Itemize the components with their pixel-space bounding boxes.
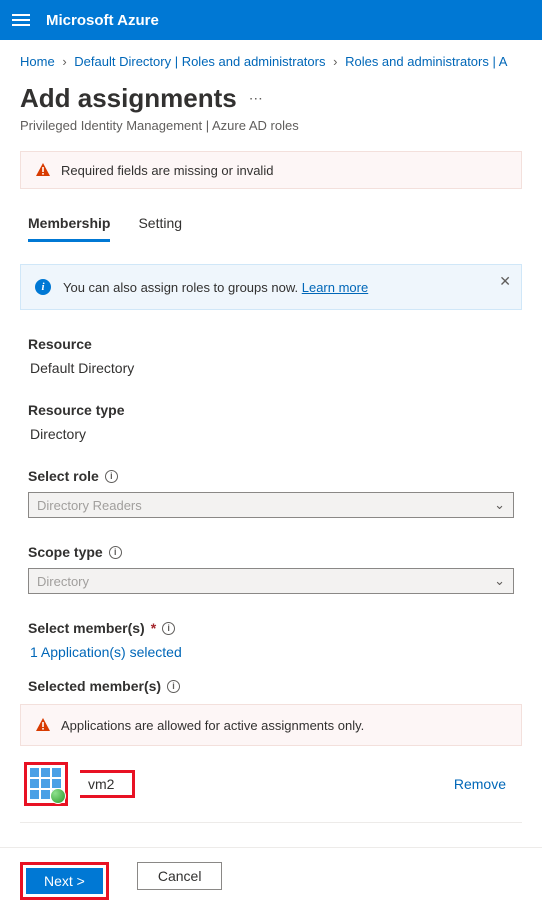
resource-group: Resource Default Directory bbox=[28, 336, 514, 376]
member-name: vm2 bbox=[88, 776, 114, 792]
resource-type-label: Resource type bbox=[28, 402, 514, 418]
annotation-highlight: Next > bbox=[20, 862, 109, 900]
learn-more-link[interactable]: Learn more bbox=[302, 280, 368, 295]
member-row: vm2 Remove bbox=[20, 752, 522, 823]
active-only-banner: Applications are allowed for active assi… bbox=[20, 704, 522, 746]
select-role-value: Directory Readers bbox=[37, 498, 142, 513]
footer: Next > Cancel bbox=[0, 847, 542, 900]
info-text-prefix: You can also assign roles to groups now. bbox=[63, 280, 302, 295]
select-role-group: Select role i Directory Readers ⌄ bbox=[28, 468, 514, 518]
tabs: Membership Setting bbox=[0, 189, 542, 242]
next-button[interactable]: Next > bbox=[26, 868, 103, 894]
active-only-text: Applications are allowed for active assi… bbox=[61, 718, 364, 733]
warning-icon bbox=[35, 717, 51, 733]
help-icon[interactable]: i bbox=[105, 470, 118, 483]
annotation-highlight: vm2 bbox=[80, 770, 135, 798]
breadcrumb-home[interactable]: Home bbox=[20, 54, 55, 69]
close-icon[interactable]: ✕ bbox=[499, 273, 511, 290]
help-icon[interactable]: i bbox=[162, 622, 175, 635]
page-title: Add assignments bbox=[20, 83, 237, 114]
scope-type-group: Scope type i Directory ⌄ bbox=[28, 544, 514, 594]
select-role-label-text: Select role bbox=[28, 468, 99, 484]
info-text: You can also assign roles to groups now.… bbox=[63, 280, 368, 295]
page-subtitle: Privileged Identity Management | Azure A… bbox=[0, 114, 542, 133]
info-banner: i You can also assign roles to groups no… bbox=[20, 264, 522, 310]
cancel-button[interactable]: Cancel bbox=[137, 862, 223, 890]
more-actions-button[interactable]: ⋯ bbox=[249, 90, 263, 107]
breadcrumb-roles[interactable]: Roles and administrators | A bbox=[345, 54, 507, 69]
select-members-label-text: Select member(s) bbox=[28, 620, 145, 636]
scope-type-label: Scope type i bbox=[28, 544, 514, 560]
resource-label: Resource bbox=[28, 336, 514, 352]
selected-count-link[interactable]: 1 Application(s) selected bbox=[28, 644, 514, 660]
breadcrumb-directory[interactable]: Default Directory | Roles and administra… bbox=[74, 54, 325, 69]
remove-member-link[interactable]: Remove bbox=[454, 776, 506, 792]
chevron-down-icon: ⌄ bbox=[494, 497, 505, 513]
scope-type-dropdown: Directory ⌄ bbox=[28, 568, 514, 594]
validation-text: Required fields are missing or invalid bbox=[61, 163, 273, 178]
select-role-dropdown: Directory Readers ⌄ bbox=[28, 492, 514, 518]
scope-type-label-text: Scope type bbox=[28, 544, 103, 560]
form-area: Resource Default Directory Resource type… bbox=[0, 310, 542, 823]
required-indicator: * bbox=[151, 620, 156, 636]
help-icon[interactable]: i bbox=[167, 680, 180, 693]
help-icon[interactable]: i bbox=[109, 546, 122, 559]
scope-type-value: Directory bbox=[37, 574, 89, 589]
selected-members-group: Selected member(s) i Applications are al… bbox=[28, 678, 514, 823]
globe-badge-icon bbox=[50, 788, 66, 804]
chevron-right-icon: › bbox=[62, 54, 66, 69]
chevron-right-icon: › bbox=[333, 54, 337, 69]
resource-type-value: Directory bbox=[28, 426, 514, 442]
top-bar: Microsoft Azure bbox=[0, 0, 542, 40]
menu-icon[interactable] bbox=[12, 11, 30, 29]
info-icon: i bbox=[35, 279, 51, 295]
resource-value: Default Directory bbox=[28, 360, 514, 376]
tab-membership[interactable]: Membership bbox=[28, 215, 110, 242]
select-members-label: Select member(s) * i bbox=[28, 620, 514, 636]
member-left: vm2 bbox=[24, 762, 135, 806]
resource-type-group: Resource type Directory bbox=[28, 402, 514, 442]
brand-label: Microsoft Azure bbox=[46, 12, 159, 29]
validation-banner: Required fields are missing or invalid bbox=[20, 151, 522, 189]
selected-members-label-text: Selected member(s) bbox=[28, 678, 161, 694]
breadcrumb: Home › Default Directory | Roles and adm… bbox=[0, 40, 542, 69]
application-icon bbox=[30, 768, 62, 800]
chevron-down-icon: ⌄ bbox=[494, 573, 505, 589]
select-members-group: Select member(s) * i 1 Application(s) se… bbox=[28, 620, 514, 660]
select-role-label: Select role i bbox=[28, 468, 514, 484]
warning-icon bbox=[35, 162, 51, 178]
tab-setting[interactable]: Setting bbox=[138, 215, 182, 242]
annotation-highlight bbox=[24, 762, 68, 806]
selected-members-label: Selected member(s) i bbox=[28, 678, 514, 694]
